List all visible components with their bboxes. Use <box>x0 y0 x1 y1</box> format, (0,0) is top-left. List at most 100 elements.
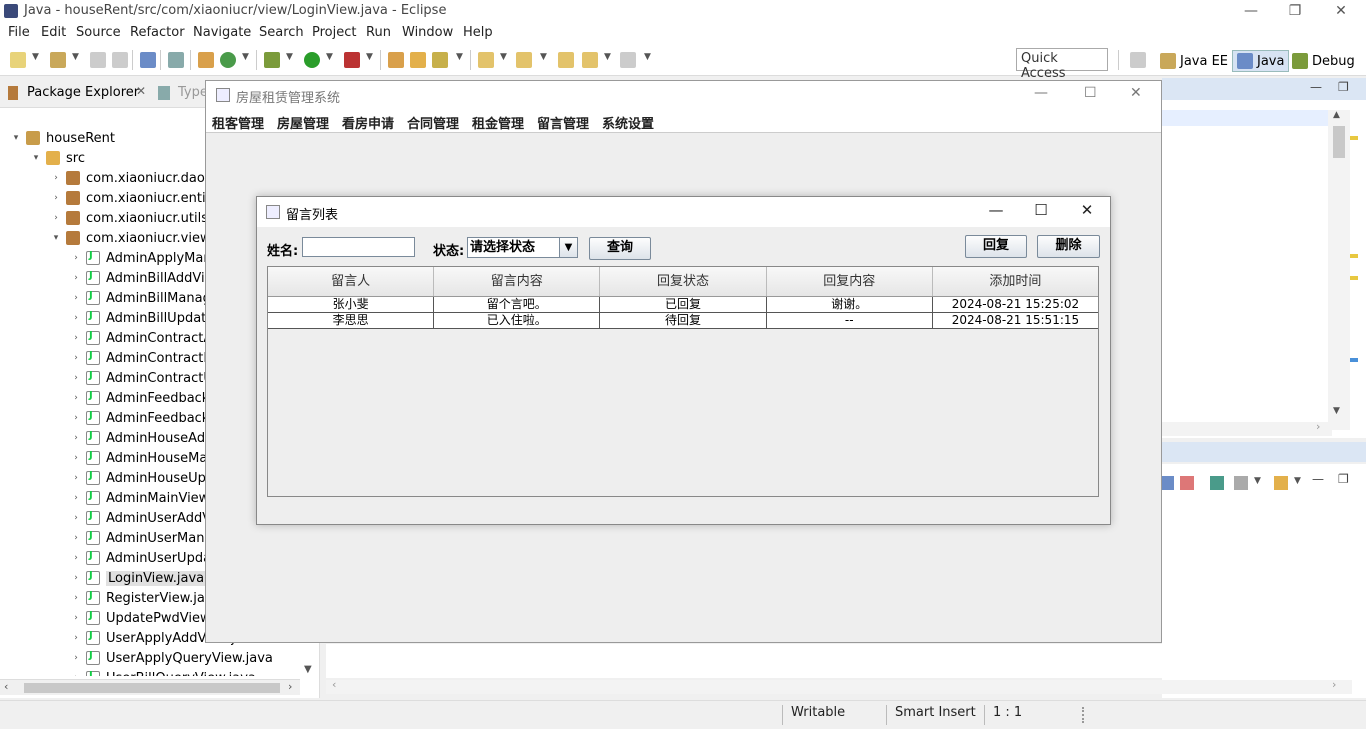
last-edit-icon[interactable] <box>558 52 574 68</box>
collapsed-arrow-icon[interactable]: › <box>70 613 82 623</box>
collapsed-arrow-icon[interactable]: › <box>70 293 82 303</box>
collapsed-arrow-icon[interactable]: › <box>70 433 82 443</box>
collapsed-arrow-icon[interactable]: › <box>70 333 82 343</box>
scroll-up-icon[interactable]: ▲ <box>1333 110 1340 120</box>
chevron-down-icon[interactable]: ▼ <box>32 52 39 62</box>
collapsed-arrow-icon[interactable]: › <box>70 413 82 423</box>
open-type-icon[interactable] <box>388 52 404 68</box>
scroll-right-icon[interactable]: › <box>1316 420 1320 433</box>
overview-marker[interactable] <box>1350 358 1358 362</box>
perspective-debug[interactable]: Debug <box>1288 50 1359 72</box>
collapsed-arrow-icon[interactable]: › <box>50 213 62 223</box>
edit-icon[interactable] <box>432 52 448 68</box>
menu-refactor[interactable]: Refactor <box>130 25 185 40</box>
name-input[interactable] <box>302 237 415 257</box>
skip-breakpoints-icon[interactable] <box>168 52 184 68</box>
display-console-icon[interactable] <box>1234 476 1248 490</box>
menu-project[interactable]: Project <box>312 25 356 40</box>
chevron-down-icon[interactable]: ▼ <box>72 52 79 62</box>
collapsed-arrow-icon[interactable]: › <box>70 453 82 463</box>
scroll-left-icon[interactable]: ‹ <box>332 678 336 691</box>
menu-source[interactable]: Source <box>76 25 121 40</box>
editor-scroll-thumb[interactable] <box>1333 126 1345 158</box>
minimize-view-icon[interactable]: — <box>1310 80 1322 94</box>
chevron-down-icon[interactable]: ▼ <box>604 52 611 62</box>
save-icon[interactable] <box>90 52 106 68</box>
chevron-down-icon[interactable]: ▼ <box>1294 476 1301 486</box>
chevron-down-icon[interactable]: ▼ <box>500 52 507 62</box>
save-all-icon[interactable] <box>112 52 128 68</box>
open-perspective-icon[interactable] <box>1130 52 1146 68</box>
menu-navigate[interactable]: Navigate <box>193 25 251 40</box>
menu-viewing-requests[interactable]: 看房申请 <box>342 113 394 132</box>
minimize-button[interactable]: — <box>973 201 1019 223</box>
menu-search[interactable]: Search <box>259 25 304 40</box>
perspective-java-ee[interactable]: Java EE <box>1156 50 1232 72</box>
tab-type-hierarchy[interactable]: Type <box>178 85 208 100</box>
overview-marker[interactable] <box>1350 136 1358 140</box>
chevron-down-icon[interactable]: ▼ <box>242 52 249 62</box>
column-header-reply-content[interactable]: 回复内容 <box>767 267 933 296</box>
query-button[interactable]: 查询 <box>589 237 651 260</box>
chevron-down-icon[interactable]: ▼ <box>456 52 463 62</box>
menu-tenant-management[interactable]: 租客管理 <box>212 113 264 132</box>
menu-rent-management[interactable]: 租金管理 <box>472 113 524 132</box>
overview-marker[interactable] <box>1350 254 1358 258</box>
column-header-content[interactable]: 留言内容 <box>434 267 601 296</box>
close-button[interactable]: ✕ <box>1130 85 1142 101</box>
scrollbar-thumb[interactable] <box>24 683 280 693</box>
bottom-horizontal-scrollbar[interactable]: ‹ › <box>326 678 1352 694</box>
scroll-right-icon[interactable]: › <box>1332 678 1336 691</box>
collapsed-arrow-icon[interactable]: › <box>70 673 82 676</box>
menu-window[interactable]: Window <box>402 25 453 40</box>
horizontal-scrollbar[interactable]: ‹ › <box>0 679 300 695</box>
next-annotation-icon[interactable] <box>478 52 494 68</box>
menu-feedback-management[interactable]: 留言管理 <box>537 113 589 132</box>
column-header-sender[interactable]: 留言人 <box>268 267 435 296</box>
new-project-icon[interactable] <box>50 52 66 68</box>
column-header-created-time[interactable]: 添加时间 <box>933 267 1098 296</box>
chevron-down-icon[interactable]: ▼ <box>559 238 577 257</box>
expanded-arrow-icon[interactable]: ▾ <box>50 233 62 243</box>
chevron-down-icon[interactable]: ▼ <box>644 52 651 62</box>
menu-contract-management[interactable]: 合同管理 <box>407 113 459 132</box>
overview-marker[interactable] <box>1350 276 1358 280</box>
run-icon[interactable] <box>304 52 320 68</box>
tree-item[interactable]: › UserApplyQueryView.java <box>0 648 300 668</box>
minimize-button[interactable]: — <box>1228 0 1274 22</box>
forward-icon[interactable] <box>620 52 636 68</box>
back-icon[interactable] <box>582 52 598 68</box>
collapsed-arrow-icon[interactable]: › <box>50 173 62 183</box>
new-icon[interactable] <box>10 52 26 68</box>
editor-vertical-scrollbar[interactable]: ▲ ▼ <box>1328 110 1350 430</box>
open-console-icon[interactable] <box>1210 476 1224 490</box>
minimize-view-icon[interactable]: — <box>1312 472 1324 486</box>
quick-access-input[interactable]: Quick Access <box>1016 48 1108 81</box>
menu-house-management[interactable]: 房屋管理 <box>277 113 329 132</box>
collapsed-arrow-icon[interactable]: › <box>50 193 62 203</box>
external-tools-icon[interactable] <box>344 52 360 68</box>
new-package-icon[interactable] <box>198 52 214 68</box>
close-button[interactable]: ✕ <box>1318 0 1364 22</box>
scroll-right-icon[interactable]: › <box>288 680 292 693</box>
collapsed-arrow-icon[interactable]: › <box>70 373 82 383</box>
menu-help[interactable]: Help <box>463 25 493 40</box>
minimize-button[interactable]: — <box>1034 85 1048 101</box>
remove-console-icon[interactable] <box>1180 476 1194 490</box>
collapsed-arrow-icon[interactable]: › <box>70 513 82 523</box>
debug-icon[interactable] <box>264 52 280 68</box>
collapsed-arrow-icon[interactable]: › <box>70 493 82 503</box>
scroll-down-icon[interactable]: ▼ <box>1333 406 1340 416</box>
collapsed-arrow-icon[interactable]: › <box>70 313 82 323</box>
reply-button[interactable]: 回复 <box>965 235 1027 258</box>
prev-annotation-icon[interactable] <box>516 52 532 68</box>
open-folder-icon[interactable] <box>410 52 426 68</box>
maximize-button[interactable]: ☐ <box>1018 201 1064 223</box>
chevron-down-icon[interactable]: ▼ <box>366 52 373 62</box>
collapsed-arrow-icon[interactable]: › <box>70 593 82 603</box>
editor-horizontal-scrollbar[interactable]: › <box>1162 420 1332 436</box>
new-class-icon[interactable] <box>220 52 236 68</box>
collapsed-arrow-icon[interactable]: › <box>70 573 82 583</box>
maximize-button[interactable]: ☐ <box>1084 85 1097 101</box>
collapsed-arrow-icon[interactable]: › <box>70 473 82 483</box>
